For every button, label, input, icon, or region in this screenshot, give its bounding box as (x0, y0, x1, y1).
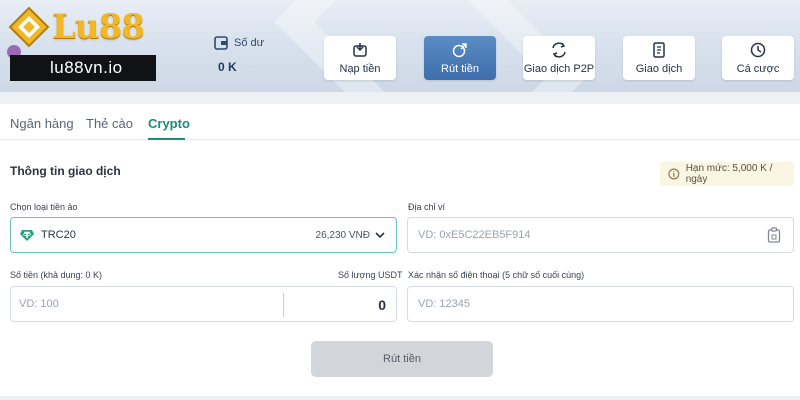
chevron-down-icon (375, 232, 385, 239)
nav-bets-label: Cá cược (736, 62, 780, 75)
active-tab-indicator (148, 138, 185, 140)
paste-clipboard-icon[interactable] (767, 227, 781, 243)
amount-label: Số tiền (khả dụng: 0 K) (10, 270, 103, 280)
top-header: Lu88 lu88vn.io Số dư 0 K Nạp tiền Rút ti… (0, 0, 800, 92)
nav-p2p-label: Giao dịch P2P (523, 62, 595, 75)
transactions-icon (653, 41, 665, 58)
bets-icon (750, 42, 766, 57)
info-icon (668, 168, 680, 180)
nav-transactions-label: Giao dịch (635, 62, 683, 75)
phone-confirm-input[interactable]: VD: 12345 (407, 286, 794, 322)
tab-bank[interactable]: Ngân hàng (10, 116, 74, 131)
coin-label: Chọn loại tiền ảo (10, 202, 78, 212)
username: lu88vn.io (10, 55, 156, 81)
amount-input[interactable]: VD: 100 0 (10, 286, 397, 322)
nav-withdraw-label: Rút tiền (441, 62, 479, 75)
limit-text: Hạn mức: 5,000 K / ngày (685, 163, 773, 185)
tether-icon (20, 230, 34, 241)
limit-badge: Hạn mức: 5,000 K / ngày (660, 162, 794, 186)
coin-rate: 26,230 VNĐ (315, 229, 370, 241)
tab-card[interactable]: Thẻ cào (86, 116, 133, 131)
method-tabs: Ngân hàng Thẻ cào Crypto (0, 104, 800, 140)
wallet-label: Địa chỉ ví (408, 202, 446, 212)
balance-block: Số dư 0 K (214, 36, 264, 74)
nav-transactions-button[interactable]: Giao dịch (623, 36, 695, 80)
nav-p2p-button[interactable]: Giao dịch P2P (523, 36, 595, 80)
wallet-icon (214, 36, 228, 50)
coin-select[interactable]: TRC20 26,230 VNĐ (10, 217, 397, 253)
usdt-amount-value: 0 (378, 297, 386, 313)
phone-placeholder: VD: 12345 (418, 298, 470, 310)
nav-deposit-button[interactable]: Nạp tiền (324, 36, 396, 80)
wallet-placeholder: VD: 0xE5C22EB5F914 (418, 229, 531, 241)
section-title: Thông tin giao dịch (10, 164, 121, 178)
balance-value: 0 K (218, 60, 237, 74)
wallet-address-input[interactable]: VD: 0xE5C22EB5F914 (407, 217, 794, 253)
amount-divider (283, 293, 284, 317)
nav-bets-button[interactable]: Cá cược (722, 36, 794, 80)
nav-deposit-label: Nạp tiền (339, 62, 381, 75)
withdraw-submit-button[interactable]: Rút tiền (311, 341, 493, 377)
withdraw-icon (452, 42, 467, 57)
amount-placeholder: VD: 100 (19, 298, 59, 310)
tab-crypto[interactable]: Crypto (148, 116, 190, 131)
logo-diamond-icon (8, 6, 50, 48)
logo-text: Lu88 (52, 7, 145, 47)
brand-logo[interactable]: Lu88 (8, 6, 145, 48)
p2p-icon (552, 41, 566, 58)
usdt-label: Số lượng USDT (338, 270, 403, 280)
balance-label: Số dư (234, 37, 264, 49)
phone-label: Xác nhận số điện thoại (5 chữ số cuối cù… (408, 270, 585, 280)
withdraw-panel: Ngân hàng Thẻ cào Crypto Thông tin giao … (0, 104, 800, 396)
deposit-icon (353, 42, 367, 57)
nav-withdraw-button[interactable]: Rút tiền (424, 36, 496, 80)
coin-selected-value: TRC20 (41, 229, 76, 241)
